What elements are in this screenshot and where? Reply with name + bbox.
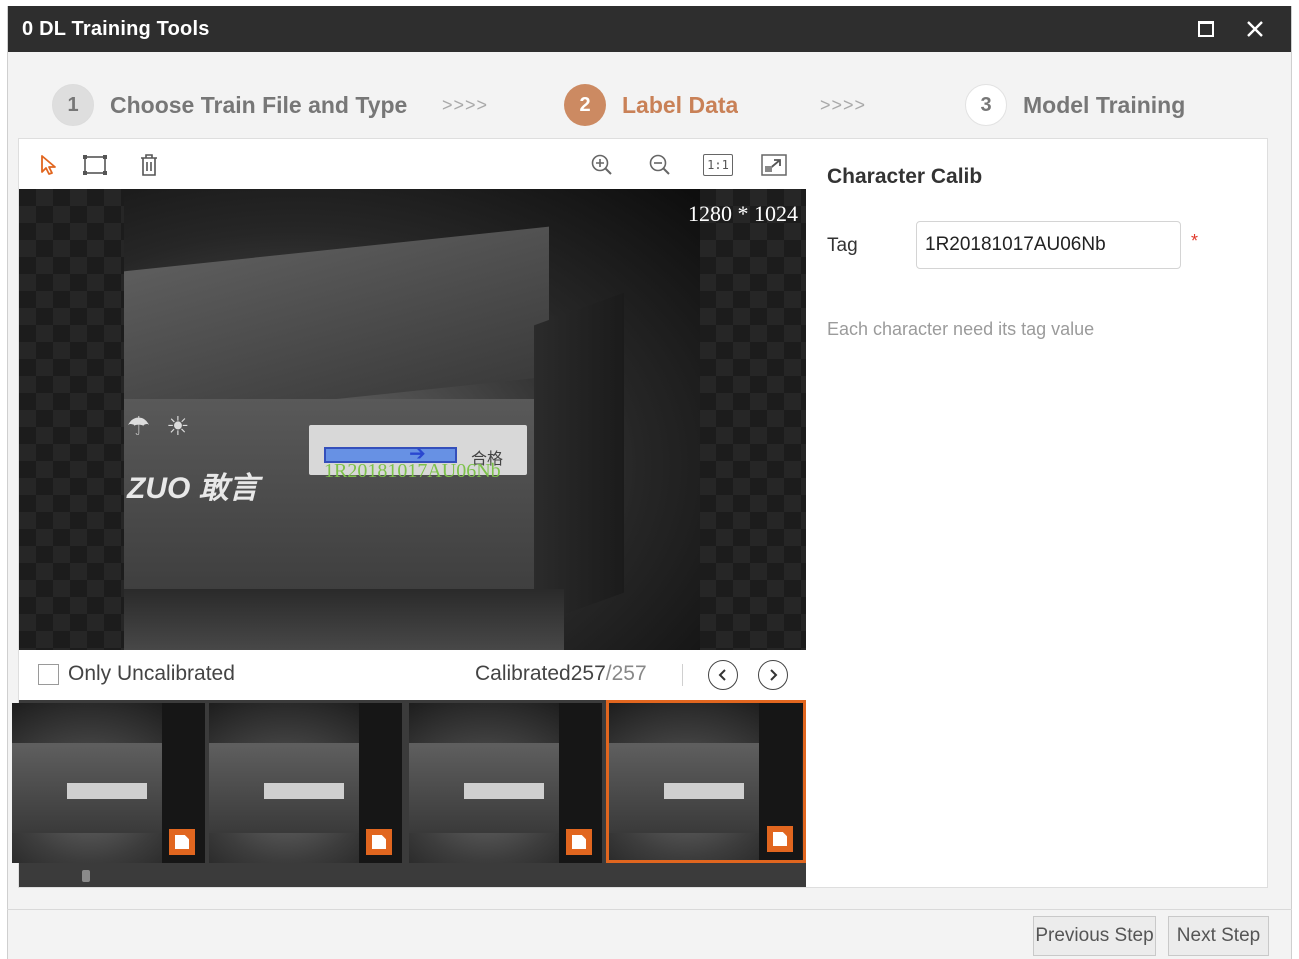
title-bar: 0 DL Training Tools (8, 6, 1291, 52)
image-box-lower (124, 589, 564, 650)
previous-step-button[interactable]: Previous Step (1033, 916, 1156, 956)
actual-size-icon: 1:1 (703, 154, 733, 176)
image-resolution: 1280 * 1024 (688, 201, 798, 226)
select-arrow-icon (41, 155, 56, 175)
page-glyph (572, 835, 586, 849)
thumb-label (464, 783, 544, 799)
zoom-out-icon (649, 154, 670, 175)
rectangle-tool-icon (83, 155, 107, 175)
thumbnail-strip (12, 700, 806, 887)
calibrated-prefix: Calibrated (475, 662, 571, 685)
maximize-button[interactable] (1191, 14, 1221, 44)
chevron-left-icon (718, 669, 726, 681)
delete-button[interactable] (135, 151, 163, 179)
zoom-in-icon (591, 154, 612, 175)
zoom-in-button[interactable] (588, 151, 616, 179)
calibrated-badge-icon[interactable] (169, 829, 195, 855)
delete-icon (141, 154, 157, 176)
thumbnail[interactable] (12, 703, 205, 863)
divider (682, 664, 683, 686)
only-uncalibrated-label: Only Uncalibrated (68, 662, 235, 685)
thumb-label (264, 783, 344, 799)
thumb-label (67, 783, 147, 799)
roi-tag-text: 1R20181017AU06Nb (324, 460, 501, 482)
maximize-icon (1198, 21, 1214, 37)
calibrated-badge-icon[interactable] (366, 829, 392, 855)
page-glyph (372, 835, 386, 849)
step-number: 3 (965, 84, 1007, 126)
image-viewer[interactable]: ☂☀ ZUO 敢言 合格 ➔ 1R20181017AU06Nb 1280 * 1… (19, 189, 806, 650)
calibrated-badge-icon[interactable] (767, 826, 793, 852)
step-choose-train-file: 1 Choose Train File and Type (52, 82, 416, 128)
step-separator: >>>> (820, 95, 867, 115)
previous-image-button[interactable] (708, 660, 738, 690)
main-panel: 1:1 ☂☀ ZUO 敢言 合格 ➔ 1R20181017AU06Nb 1280… (12, 138, 1268, 888)
chevron-right-icon (770, 669, 778, 681)
actual-size-label: 1:1 (707, 158, 729, 172)
calibrated-badge-icon[interactable] (566, 829, 592, 855)
close-icon (1247, 21, 1263, 37)
step-model-training: 3 Model Training (965, 82, 1185, 128)
package-brand: ZUO 敢言 (127, 472, 259, 505)
fit-window-icon (761, 154, 787, 176)
next-image-button[interactable] (758, 660, 788, 690)
calibration-status-row: Only Uncalibrated Calibrated257/257 (19, 650, 806, 700)
next-step-button[interactable]: Next Step (1168, 916, 1269, 956)
step-label-data: 2 Label Data (564, 82, 738, 128)
close-button[interactable] (1240, 14, 1270, 44)
select-tool-button[interactable] (35, 151, 63, 179)
calibrated-count: Calibrated257/257 (475, 662, 647, 686)
step-separator: >>>> (442, 95, 489, 115)
thumbnail[interactable] (209, 703, 402, 863)
window-title: 0 DL Training Tools (22, 18, 210, 40)
step-label: Label Data (622, 91, 739, 118)
image-toolbar: 1:1 (19, 139, 806, 189)
page-glyph (175, 835, 189, 849)
thumbnail[interactable] (409, 703, 602, 863)
page-glyph (773, 832, 787, 846)
step-label: Choose Train File and Type (110, 91, 408, 118)
step-label: Model Training (1023, 91, 1186, 118)
only-uncalibrated-checkbox[interactable] (38, 664, 59, 685)
panel-title: Character Calib (827, 165, 983, 188)
thumbnail-scrollbar[interactable] (19, 867, 806, 887)
image-pane: 1:1 ☂☀ ZUO 敢言 合格 ➔ 1R20181017AU06Nb 1280… (12, 139, 806, 887)
tag-hint: Each character need its tag value (827, 319, 1095, 339)
total-number: /257 (605, 662, 647, 685)
tag-label: Tag (827, 235, 858, 256)
actual-size-button[interactable]: 1:1 (702, 151, 734, 179)
calib-panel: Character Calib Tag * Each character nee… (807, 139, 1267, 887)
thumbnail-selected[interactable] (606, 700, 806, 863)
zoom-out-button[interactable] (646, 151, 674, 179)
scrollbar-thumb[interactable] (82, 870, 90, 882)
tag-input[interactable] (916, 221, 1181, 269)
fit-window-button[interactable] (760, 151, 788, 179)
step-number: 2 (564, 84, 606, 126)
image-box-side (534, 292, 624, 626)
package-symbols: ☂☀ (127, 411, 206, 441)
rectangle-tool-button[interactable] (81, 151, 109, 179)
footer-divider (7, 909, 1292, 910)
thumb-label (664, 783, 744, 799)
step-number: 1 (52, 84, 94, 126)
required-marker: * (1191, 231, 1199, 251)
calibrated-number: 257 (570, 662, 606, 685)
